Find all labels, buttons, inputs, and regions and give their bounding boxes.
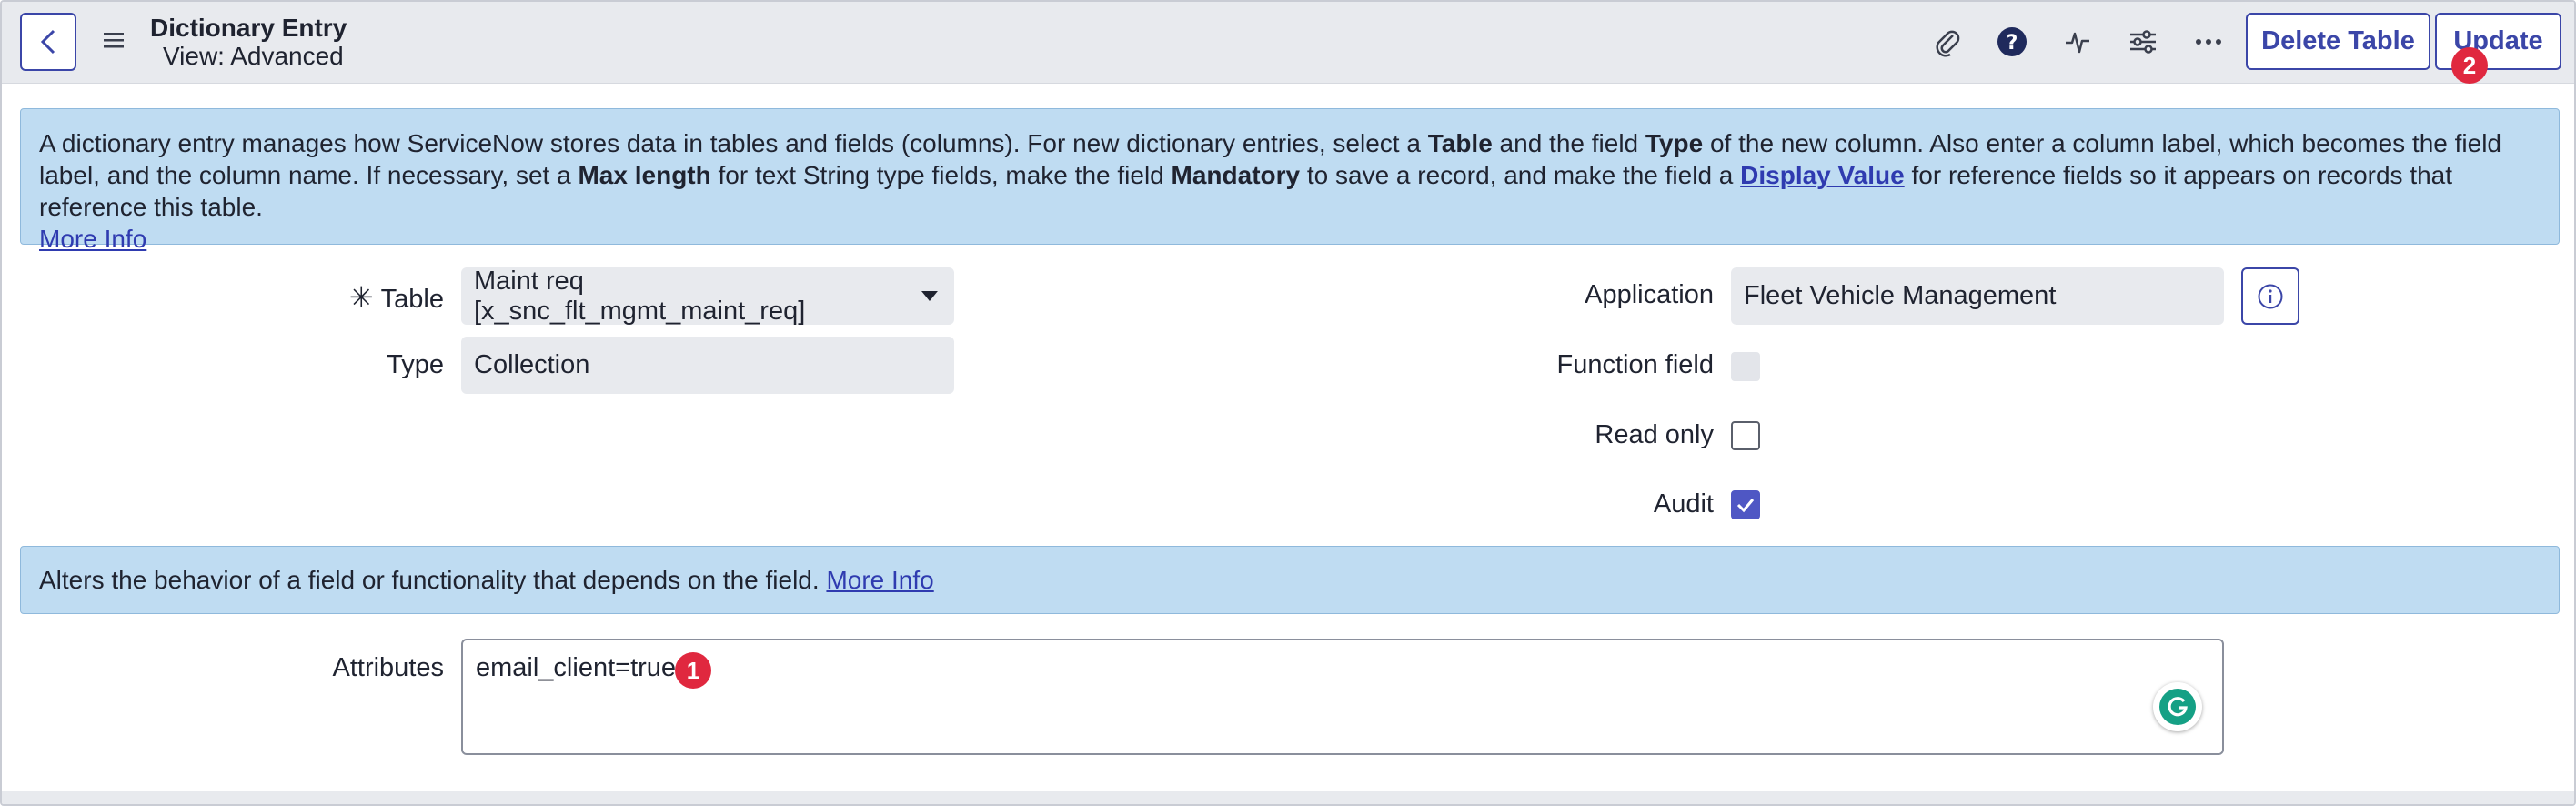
grammarly-icon [2159, 689, 2196, 725]
form-header: Dictionary Entry View: Advanced ? Delete… [2, 2, 2574, 84]
info-banner: A dictionary entry manages how ServiceNo… [20, 108, 2560, 253]
hamburger-icon[interactable] [102, 29, 126, 51]
audit-checkbox[interactable] [1731, 490, 1760, 519]
view-label: View: Advanced [163, 42, 344, 70]
info-text: A dictionary entry manages how ServiceNo… [39, 129, 1428, 157]
info-text: and the field [1492, 129, 1645, 157]
back-button[interactable] [20, 13, 76, 71]
info-bold-type: Type [1645, 129, 1704, 157]
type-field[interactable]: Collection [461, 337, 954, 394]
read-only-checkbox[interactable] [1731, 421, 1760, 450]
read-only-label: Read only [1595, 420, 1714, 449]
function-field-label: Function field [1556, 350, 1715, 379]
attributes-label: Attributes [332, 653, 445, 682]
info-bold-table: Table [1427, 129, 1493, 157]
activity-icon[interactable] [2059, 24, 2096, 60]
dropdown-caret-icon [921, 290, 938, 301]
footer-strip [2, 791, 2574, 804]
table-label: ✳ Table [338, 280, 444, 315]
application-field[interactable]: Fleet Vehicle Management [1731, 267, 2224, 325]
page-title: Dictionary Entry [150, 14, 347, 42]
svg-text:?: ? [2007, 32, 2018, 55]
annotation-badge-1: 1 [675, 652, 711, 689]
application-info-button[interactable] [2241, 267, 2299, 325]
required-asterisk-icon: ✳ [348, 281, 374, 314]
info-bold-max-length: Max length [578, 161, 711, 189]
type-value: Collection [474, 350, 590, 379]
audit-label: Audit [1653, 489, 1714, 519]
attributes-more-info-link[interactable]: More Info [826, 566, 933, 594]
attributes-textarea[interactable]: email_client=true 1 [461, 639, 2224, 755]
app-frame: Dictionary Entry View: Advanced ? Delete… [0, 0, 2576, 806]
paperclip-icon[interactable] [1928, 24, 1965, 60]
grammarly-button[interactable] [2153, 682, 2202, 731]
settings-sliders-icon[interactable] [2125, 24, 2161, 60]
attributes-banner: Alters the behavior of a field or functi… [20, 546, 2560, 614]
attributes-banner-text: Alters the behavior of a field or functi… [39, 566, 820, 594]
info-bold-mandatory: Mandatory [1171, 161, 1301, 189]
annotation-badge-2: 2 [2451, 47, 2488, 84]
table-select-value: Maint req [x_snc_flt_mgmt_maint_req] [474, 266, 806, 326]
more-icon[interactable] [2190, 24, 2227, 60]
table-select[interactable]: Maint req [x_snc_flt_mgmt_maint_req] [461, 266, 954, 326]
function-field-checkbox[interactable] [1731, 352, 1760, 381]
application-value: Fleet Vehicle Management [1744, 281, 2057, 310]
back-icon [40, 29, 55, 55]
title-block: Dictionary Entry View: Advanced [150, 14, 347, 70]
attributes-value: email_client=true [476, 653, 677, 682]
table-label-text: Table [380, 285, 444, 314]
delete-table-button[interactable]: Delete Table [2246, 13, 2430, 70]
more-info-link[interactable]: More Info [39, 225, 146, 253]
type-label: Type [387, 350, 444, 379]
info-text: for text String type fields, make the fi… [710, 161, 1172, 189]
info-icon [2258, 284, 2283, 308]
display-value-link[interactable]: Display Value [1740, 161, 1905, 189]
help-icon[interactable]: ? [1994, 24, 2030, 60]
application-label: Application [1585, 280, 1714, 309]
checkmark-icon [1736, 499, 1755, 513]
info-text: to save a record, and make the field a [1300, 161, 1741, 189]
